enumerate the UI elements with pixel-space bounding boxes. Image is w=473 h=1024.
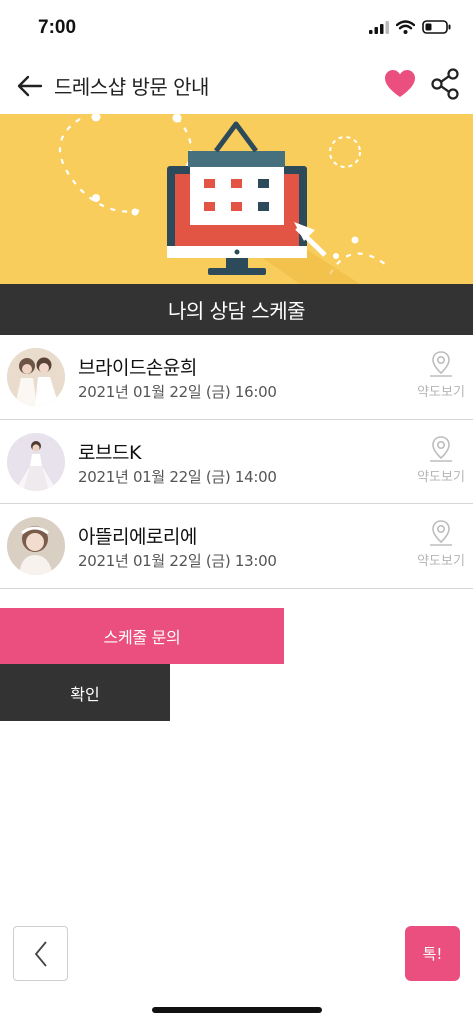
map-view-button[interactable]: 약도보기	[412, 434, 470, 490]
wifi-icon	[396, 20, 415, 34]
share-icon	[431, 68, 459, 100]
schedule-inquiry-button[interactable]: 스케줄 문의	[0, 608, 284, 664]
banner-illustration	[0, 114, 473, 284]
chevron-left-icon	[34, 940, 47, 967]
shop-avatar	[7, 517, 65, 575]
schedule-list: 브라이드손윤희 2021년 01월 22일 (금) 16:00 약도보기 로브드…	[0, 335, 473, 589]
confirm-button[interactable]: 확인	[0, 664, 170, 721]
schedule-item[interactable]: 아뜰리에로리에 2021년 01월 22일 (금) 13:00 약도보기	[0, 504, 473, 589]
heart-icon	[385, 70, 415, 97]
schedule-item[interactable]: 로브드K 2021년 01월 22일 (금) 14:00 약도보기	[0, 420, 473, 504]
schedule-header-title: 나의 상담 스케줄	[167, 299, 306, 323]
status-bar: 7:00	[0, 0, 473, 58]
map-view-button[interactable]: 약도보기	[412, 518, 470, 574]
schedule-item[interactable]: 브라이드손윤희 2021년 01월 22일 (금) 16:00 약도보기	[0, 335, 473, 420]
visit-datetime: 2021년 01월 22일 (금) 14:00	[78, 467, 277, 486]
map-view-button[interactable]: 약도보기	[412, 349, 470, 405]
app-header: 드레스샵 방문 안내	[0, 58, 473, 114]
shop-name: 아뜰리에로리에	[78, 526, 197, 548]
back-arrow-icon	[17, 75, 43, 97]
status-time: 7:00	[38, 17, 77, 38]
map-view-label: 약도보기	[417, 385, 465, 400]
visit-datetime: 2021년 01월 22일 (금) 13:00	[78, 552, 277, 570]
back-button[interactable]	[14, 70, 46, 102]
map-view-label: 약도보기	[417, 469, 465, 485]
previous-button[interactable]	[13, 926, 68, 981]
talk-chat-button[interactable]: 톡!	[405, 926, 460, 981]
map-pin-icon	[430, 351, 452, 377]
shop-avatar	[7, 432, 65, 491]
map-pin-icon	[430, 520, 452, 546]
signal-icon	[369, 20, 389, 34]
map-pin-icon	[430, 435, 452, 462]
map-view-label: 약도보기	[417, 554, 465, 569]
calendar-monitor-illustration	[58, 114, 386, 284]
visit-datetime: 2021년 01월 22일 (금) 16:00	[78, 383, 277, 401]
page-title: 드레스샵 방문 안내	[54, 75, 209, 99]
shop-name: 브라이드손윤희	[78, 357, 197, 379]
status-icons	[369, 20, 451, 34]
share-button[interactable]	[428, 67, 462, 101]
battery-icon	[422, 20, 451, 34]
bride-photo-thumbnail	[7, 432, 65, 491]
bride-photo-thumbnail	[7, 517, 65, 575]
favorite-button[interactable]	[383, 67, 417, 101]
shop-name: 로브드K	[78, 441, 141, 464]
shop-avatar	[7, 348, 65, 406]
schedule-header-bar: 나의 상담 스케줄	[0, 284, 473, 335]
bride-photo-thumbnail	[7, 348, 65, 406]
home-indicator	[152, 1007, 322, 1013]
